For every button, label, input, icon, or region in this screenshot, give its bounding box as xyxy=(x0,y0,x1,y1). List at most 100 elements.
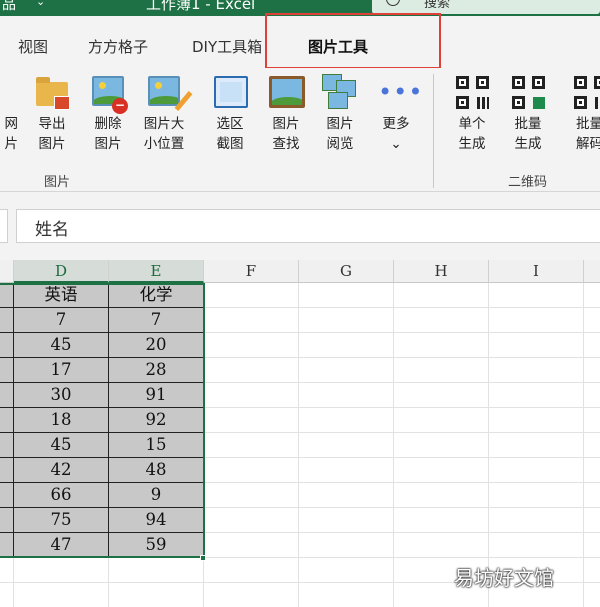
empty-cell[interactable] xyxy=(394,283,489,308)
empty-cell[interactable] xyxy=(394,308,489,333)
qr-batch-button[interactable]: 批量 生成 xyxy=(504,74,552,154)
delete-picture-button[interactable]: − 删除 图片 xyxy=(84,74,132,154)
empty-cell[interactable] xyxy=(489,433,584,458)
empty-cell[interactable] xyxy=(14,558,109,583)
empty-cell[interactable] xyxy=(394,408,489,433)
empty-cell[interactable] xyxy=(394,333,489,358)
empty-cell[interactable] xyxy=(204,333,299,358)
empty-cell[interactable] xyxy=(299,583,394,607)
empty-cell[interactable] xyxy=(14,583,109,607)
empty-cell[interactable] xyxy=(584,283,600,308)
empty-cell[interactable] xyxy=(489,533,584,558)
column-header-g[interactable]: G xyxy=(299,260,394,283)
column-header-d[interactable]: D xyxy=(14,260,109,283)
empty-cell[interactable] xyxy=(299,383,394,408)
empty-cell[interactable] xyxy=(299,433,394,458)
empty-cell[interactable] xyxy=(299,508,394,533)
search-box[interactable]: 搜索 xyxy=(372,0,600,14)
empty-cell[interactable] xyxy=(204,358,299,383)
empty-cell[interactable] xyxy=(299,558,394,583)
column-header-i[interactable]: I xyxy=(489,260,584,283)
empty-cell[interactable] xyxy=(299,533,394,558)
ribbon-button-partial[interactable]: ↓ 网 片 xyxy=(0,74,22,154)
empty-cell[interactable] xyxy=(584,408,600,433)
qr-decode-button[interactable]: 批量 解码 xyxy=(566,74,600,154)
empty-cell[interactable] xyxy=(299,483,394,508)
empty-cell[interactable] xyxy=(299,358,394,383)
empty-cell[interactable] xyxy=(584,433,600,458)
empty-cell[interactable] xyxy=(489,508,584,533)
column-header-partial[interactable] xyxy=(584,260,600,283)
tab-fangfang[interactable]: 方方格子 xyxy=(88,36,148,57)
empty-cell[interactable] xyxy=(584,333,600,358)
tab-diy-toolbox[interactable]: DIY工具箱 xyxy=(192,36,262,57)
tab-view[interactable]: 视图 xyxy=(18,36,48,57)
picture-size-button[interactable]: 图片大 小位置 xyxy=(138,74,193,154)
empty-cell[interactable] xyxy=(204,383,299,408)
picture-find-button[interactable]: 图片 查找 xyxy=(262,74,310,154)
empty-cell[interactable] xyxy=(584,458,600,483)
column-header-f[interactable]: F xyxy=(204,260,299,283)
empty-cell[interactable] xyxy=(204,533,299,558)
worksheet-grid[interactable]: D E F G H I 英语 化学 7 7 45 20 17 28 30 91 18 92 45 15 42… xyxy=(0,260,600,607)
empty-cell[interactable] xyxy=(394,458,489,483)
empty-cell[interactable] xyxy=(299,283,394,308)
button-label: 更多 xyxy=(382,116,410,132)
export-picture-button[interactable]: 导出 图片 xyxy=(28,74,76,154)
empty-cell[interactable] xyxy=(204,408,299,433)
name-box[interactable] xyxy=(0,209,8,243)
empty-cell[interactable] xyxy=(489,383,584,408)
empty-cell[interactable] xyxy=(204,508,299,533)
empty-cell[interactable] xyxy=(584,583,600,607)
quick-access-dropdown-icon[interactable]: ⌄ xyxy=(36,0,45,8)
empty-cell[interactable] xyxy=(109,558,204,583)
cell-partial[interactable] xyxy=(0,583,14,607)
empty-cell[interactable] xyxy=(299,458,394,483)
column-header-e[interactable]: E xyxy=(109,260,204,283)
empty-cell[interactable] xyxy=(584,483,600,508)
empty-cell[interactable] xyxy=(489,308,584,333)
column-header-partial[interactable] xyxy=(0,260,14,283)
empty-cell[interactable] xyxy=(204,483,299,508)
empty-cell[interactable] xyxy=(489,483,584,508)
empty-cell[interactable] xyxy=(299,333,394,358)
empty-cell[interactable] xyxy=(204,558,299,583)
empty-cell[interactable] xyxy=(204,458,299,483)
empty-cell[interactable] xyxy=(394,483,489,508)
empty-cell[interactable] xyxy=(584,508,600,533)
more-button[interactable]: ••• 更多 ⌄ xyxy=(372,74,422,154)
empty-cell[interactable] xyxy=(109,583,204,607)
empty-cell[interactable] xyxy=(489,333,584,358)
empty-cell[interactable] xyxy=(394,533,489,558)
empty-cell[interactable] xyxy=(204,283,299,308)
screenshot-button[interactable]: 选区 截图 xyxy=(206,74,254,154)
empty-cell[interactable] xyxy=(394,383,489,408)
empty-cell[interactable] xyxy=(584,358,600,383)
empty-cell[interactable] xyxy=(584,383,600,408)
empty-cell[interactable] xyxy=(584,308,600,333)
cell-partial[interactable] xyxy=(0,558,14,583)
formula-input[interactable]: 姓名 xyxy=(16,209,600,243)
highlight-annotation xyxy=(265,13,441,69)
empty-cell[interactable] xyxy=(204,583,299,607)
empty-cell[interactable] xyxy=(489,458,584,483)
empty-cell[interactable] xyxy=(394,433,489,458)
qr-single-icon xyxy=(454,74,490,110)
empty-cell[interactable] xyxy=(299,308,394,333)
screenshot-icon xyxy=(212,74,248,110)
empty-cell[interactable] xyxy=(489,358,584,383)
picture-browse-button[interactable]: 图片 阅览 xyxy=(316,74,364,154)
empty-cell[interactable] xyxy=(489,408,584,433)
empty-cell[interactable] xyxy=(299,408,394,433)
empty-cell[interactable] xyxy=(584,533,600,558)
qr-single-button[interactable]: 单个 生成 xyxy=(448,74,496,154)
fill-handle[interactable] xyxy=(200,555,206,561)
empty-cell[interactable] xyxy=(584,558,600,583)
empty-cell[interactable] xyxy=(204,308,299,333)
column-header-h[interactable]: H xyxy=(394,260,489,283)
empty-cell[interactable] xyxy=(204,433,299,458)
empty-cell[interactable] xyxy=(394,358,489,383)
button-label: 阅览 xyxy=(326,136,354,152)
empty-cell[interactable] xyxy=(489,283,584,308)
empty-cell[interactable] xyxy=(394,508,489,533)
